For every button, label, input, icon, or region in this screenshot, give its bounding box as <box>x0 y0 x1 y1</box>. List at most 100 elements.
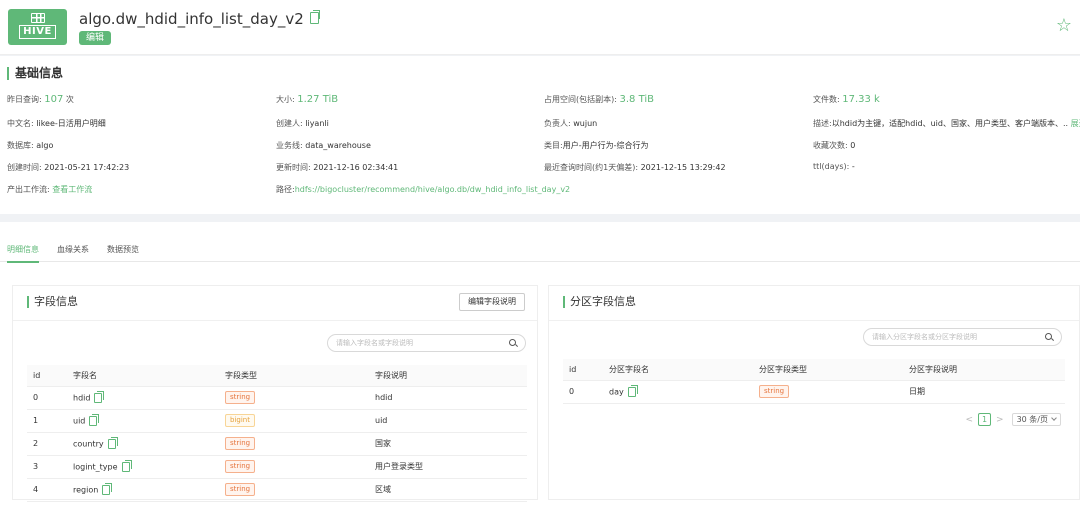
tab-detail[interactable]: 明细信息 <box>7 244 39 263</box>
info-size: 大小: 1.27 TiB <box>276 94 338 105</box>
edit-button[interactable]: 编辑 <box>79 31 112 45</box>
cell-id: 0 <box>27 386 67 410</box>
info-value: 17.33 k <box>842 94 880 105</box>
field-name: country <box>73 439 104 448</box>
table-row: 0 day string 日期 <box>563 380 1065 404</box>
cell-desc: 区域 <box>369 478 527 502</box>
info-value: - <box>851 162 855 171</box>
info-update-time: 更新时间: 2021-12-16 02:34:41 <box>276 162 398 173</box>
hive-logo-text: HIVE <box>19 25 56 39</box>
cell-type: string <box>219 478 369 502</box>
info-file-count: 文件数: 17.33 k <box>813 94 880 105</box>
copy-icon[interactable] <box>89 413 100 426</box>
info-value: wujun <box>573 119 598 128</box>
info-value: algo <box>36 141 54 150</box>
tab-data-preview[interactable]: 数据预览 <box>107 244 139 255</box>
cell-id: 0 <box>563 380 603 404</box>
fields-panel: 字段信息 编辑字段说明 id 字段名 字段类型 字段说明 0 hdid stri… <box>12 285 538 502</box>
field-search[interactable] <box>327 334 526 352</box>
search-icon[interactable] <box>509 339 516 346</box>
info-cn-name: 中文名: likee-日活用户明细 <box>7 118 106 129</box>
partition-panel: 分区字段信息 id 分区字段名 分区字段类型 分区字段说明 0 day stri… <box>548 285 1080 500</box>
table-header-row: id 分区字段名 分区字段类型 分区字段说明 <box>563 359 1065 381</box>
cell-name: country <box>67 432 219 456</box>
info-yesterday-queries: 昨日查询: 107 次 <box>7 94 74 105</box>
info-label: ttl(days): <box>813 162 850 171</box>
page-number-button[interactable]: 1 <box>978 413 992 426</box>
copy-icon[interactable] <box>94 390 105 403</box>
info-create-time: 创建时间: 2021-05-21 17:42:23 <box>7 162 129 173</box>
info-value: likee-日活用户明细 <box>36 119 106 128</box>
info-label: 占用空间(包括副本): <box>544 95 617 104</box>
star-icon[interactable]: ☆ <box>1056 16 1072 36</box>
info-label: 产出工作流: <box>7 185 50 194</box>
col-header-name: 分区字段名 <box>603 359 753 381</box>
info-label: 数据库: <box>7 141 34 150</box>
col-header-type: 分区字段类型 <box>753 359 903 381</box>
cell-type: string <box>219 386 369 410</box>
copy-icon[interactable] <box>102 482 113 495</box>
cell-name: hdid <box>67 386 219 410</box>
search-icon[interactable] <box>1045 333 1052 340</box>
info-value: 2021-12-16 02:34:41 <box>313 163 399 172</box>
page-title: algo.dw_hdid_info_list_day_v2 <box>79 9 320 28</box>
field-name: hdid <box>73 393 91 402</box>
info-owner: 负责人: wujun <box>544 118 597 129</box>
partition-search[interactable] <box>863 328 1062 346</box>
field-search-input[interactable] <box>328 335 496 351</box>
info-label: 收藏次数: <box>813 141 848 150</box>
cell-type: string <box>753 380 903 404</box>
type-tag: bigint <box>225 414 255 427</box>
cell-name: logint_type <box>67 455 219 479</box>
info-label: 路径: <box>276 185 295 194</box>
partition-table: id 分区字段名 分区字段类型 分区字段说明 0 day string 日期 <box>563 359 1065 404</box>
info-value: liyanli <box>305 119 329 128</box>
info-ttl: ttl(days): - <box>813 162 855 171</box>
edit-field-desc-button[interactable]: 编辑字段说明 <box>459 293 525 311</box>
col-header-desc: 字段说明 <box>369 365 527 387</box>
table-row: 0 hdid string hdid <box>27 386 527 410</box>
tab-bar: 明细信息 血缘关系 数据预览 <box>0 222 1080 263</box>
table-row: 2 country string 国家 <box>27 432 527 456</box>
col-header-name: 字段名 <box>67 365 219 387</box>
partition-search-input[interactable] <box>864 329 1032 345</box>
next-page-button[interactable]: > <box>996 415 1004 425</box>
prev-page-button[interactable]: < <box>965 415 973 425</box>
copy-icon[interactable] <box>107 436 118 449</box>
info-suffix: 次 <box>65 95 74 104</box>
cell-type: string <box>219 432 369 456</box>
copy-icon[interactable] <box>121 459 132 472</box>
cell-desc: hdid <box>369 386 527 410</box>
info-label: 描述: <box>813 119 832 128</box>
type-tag: string <box>225 391 256 404</box>
basic-info-section: 基础信息 昨日查询: 107 次 大小: 1.27 TiB 占用空间(包括副本)… <box>0 56 1080 214</box>
view-workflow-link[interactable]: 查看工作流 <box>52 185 92 194</box>
field-name: uid <box>73 416 86 425</box>
page-size-select[interactable]: 30 条/页 <box>1011 413 1061 426</box>
type-tag: string <box>225 483 256 496</box>
table-row: 1 uid bigint uid <box>27 409 527 433</box>
info-label: 更新时间: <box>276 163 311 172</box>
fields-table: id 字段名 字段类型 字段说明 0 hdid string hdid 1 ui… <box>27 365 527 502</box>
copy-icon[interactable] <box>627 384 638 397</box>
pagination: < 1 > 30 条/页 <box>960 413 1061 426</box>
cell-desc: 国家 <box>369 432 527 456</box>
tab-lineage[interactable]: 血缘关系 <box>57 244 89 255</box>
page-size-value: 30 条/页 <box>1016 415 1048 424</box>
info-label: 业务线: <box>276 141 303 150</box>
hdfs-path-link[interactable]: hdfs://bigocluster/recommend/hive/algo.d… <box>295 185 570 194</box>
expand-link[interactable]: 展开 <box>1071 119 1080 128</box>
cell-name: uid <box>67 409 219 433</box>
table-row: 4 region string 区域 <box>27 478 527 502</box>
cell-id: 2 <box>27 432 67 456</box>
divider <box>549 320 1079 321</box>
info-value: data_warehouse <box>305 141 371 150</box>
info-value: 107 <box>44 94 64 105</box>
copy-icon[interactable] <box>309 9 320 24</box>
panel-title: 字段信息 <box>27 296 78 308</box>
field-name: region <box>73 485 99 494</box>
chevron-down-icon <box>1051 415 1057 421</box>
info-label: 创建时间: <box>7 163 42 172</box>
cell-name: region <box>67 478 219 502</box>
info-path: 路径:hdfs://bigocluster/recommend/hive/alg… <box>276 184 570 195</box>
